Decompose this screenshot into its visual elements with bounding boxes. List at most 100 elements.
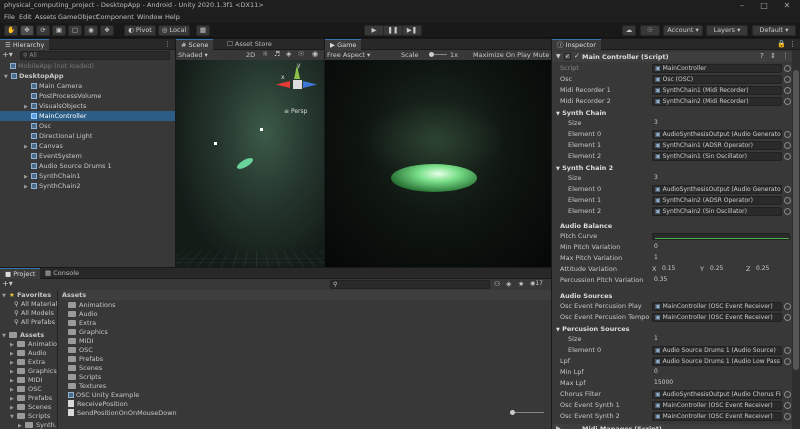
scene-viewport[interactable]: x y ≡ Persp xyxy=(176,60,324,267)
pivot-toggle[interactable]: ◐ Pivot xyxy=(124,25,156,36)
object-picker-icon[interactable] xyxy=(784,314,791,321)
object-picker-icon[interactable] xyxy=(784,186,791,193)
tab-asset-store[interactable]: ☐ Asset Store xyxy=(222,39,277,50)
hierarchy-item-synthchain2[interactable]: ▶ SynthChain2 xyxy=(0,181,175,191)
label-icon[interactable]: ◈ xyxy=(506,280,511,288)
pitch-curve-field[interactable] xyxy=(652,233,790,240)
help-icon[interactable]: ? xyxy=(760,52,764,60)
chorus-field[interactable]: ▣ AudioSynthesisOutput (Audio Chorus Fil xyxy=(652,390,782,399)
hierarchy-item-main-camera[interactable]: Main Camera xyxy=(0,81,175,91)
layout-dropdown[interactable]: Default ▾ xyxy=(752,25,796,36)
element-field[interactable]: ▣ SynthChain1 (ADSR Operator) xyxy=(652,141,782,150)
rect-tool-icon[interactable]: ▢ xyxy=(68,25,82,36)
game-viewport[interactable] xyxy=(325,60,551,267)
osc-synth1-field[interactable]: ▣ MainController (OSC Event Receiver) xyxy=(652,401,782,410)
menu-gameobject[interactable]: GameObject xyxy=(58,13,99,21)
element-field[interactable]: ▣ SynthChain2 (ADSR Operator) xyxy=(652,196,782,205)
scene-gizmo[interactable]: x y xyxy=(276,62,320,105)
project-search-input[interactable]: ⚲ xyxy=(330,280,490,289)
close-icon[interactable]: ✕ xyxy=(776,0,798,12)
object-field[interactable]: ▣ SynthChain1 (Midi Recorder) xyxy=(652,86,782,95)
object-picker-icon[interactable] xyxy=(784,402,791,409)
object-picker-icon[interactable] xyxy=(784,98,791,105)
synth-chain-section[interactable]: ▼ Synth Chain xyxy=(556,109,606,117)
object-picker-icon[interactable] xyxy=(784,208,791,215)
hierarchy-item-audio-source-drums[interactable]: Audio Source Drums 1 xyxy=(0,161,175,171)
pause-button[interactable]: ❚❚ xyxy=(383,25,403,36)
osc-play-field[interactable]: ▣ MainController (OSC Event Receiver) xyxy=(652,302,782,311)
context-menu-icon[interactable]: ⋮ xyxy=(782,52,789,60)
size-field[interactable]: 3 xyxy=(652,174,790,183)
element-field[interactable]: ▣ SynthChain1 (Sin Oscillator) xyxy=(652,152,782,161)
center-cube[interactable] xyxy=(293,80,302,89)
create-icon[interactable]: +▾ xyxy=(2,280,13,288)
tree-folder-synth[interactable]: ▶Synth... xyxy=(18,420,57,429)
object-picker-icon[interactable] xyxy=(784,391,791,398)
hidden-count-badge[interactable]: ◉17 xyxy=(530,280,543,287)
scene-object[interactable] xyxy=(235,155,255,172)
scrollbar-thumb[interactable] xyxy=(793,70,799,370)
hierarchy-item-synthchain1[interactable]: ▶ SynthChain1 xyxy=(0,171,175,181)
element-field[interactable]: ▣ Audio Source Drums 1 (Audio Source) xyxy=(652,346,782,355)
grid-snap-icon[interactable]: ▦ xyxy=(196,25,210,36)
add-icon[interactable]: +▾ xyxy=(2,51,16,60)
tab-hierarchy[interactable]: ☰ Hierarchy xyxy=(0,39,50,50)
audio-icon[interactable]: ♬ xyxy=(274,50,280,58)
element-field[interactable]: ▣ SynthChain2 (Sin Oscillator) xyxy=(652,207,782,216)
component-header[interactable]: ▼ ✓ ✓ Main Controller (Script) ? ⇕ ⋮ xyxy=(552,52,792,62)
light-icon[interactable]: ☼ xyxy=(262,50,268,58)
attitude-z-field[interactable]: 0.25 xyxy=(754,265,790,274)
object-picker-icon[interactable] xyxy=(784,65,791,72)
z-axis-cone[interactable] xyxy=(303,81,317,88)
tab-project[interactable]: ■ Project xyxy=(0,268,41,279)
hierarchy-item-osc[interactable]: Osc xyxy=(0,121,175,131)
hierarchy-item-eventsystem[interactable]: EventSystem xyxy=(0,151,175,161)
scale-slider-handle[interactable] xyxy=(429,52,434,57)
fold-icon[interactable]: ▼ xyxy=(556,53,561,60)
min-lpf-field[interactable]: 0 xyxy=(652,368,790,377)
hierarchy-item-canvas[interactable]: ▶ Canvas xyxy=(0,141,175,151)
fold-icon[interactable]: ▶ xyxy=(556,425,561,429)
more-icon[interactable]: ⋮ xyxy=(789,40,796,48)
expand-icon[interactable]: ▼ xyxy=(2,331,9,341)
object-picker-icon[interactable] xyxy=(784,142,791,149)
hierarchy-item-visualsobjects[interactable]: ▶ VisualsObjects xyxy=(0,101,175,111)
hierarchy-item-desktopapp[interactable]: ▼ DesktopApp xyxy=(0,71,175,81)
transform-tool-icon[interactable]: ◉ xyxy=(84,25,98,36)
object-picker-icon[interactable] xyxy=(784,131,791,138)
preset-icon[interactable]: ⇕ xyxy=(770,52,776,60)
hierarchy-search-input[interactable]: ⚲ All xyxy=(20,51,170,60)
rotate-tool-icon[interactable]: ⟳ xyxy=(36,25,50,36)
file-script-sendposition[interactable]: SendPositionOnOnMouseDown xyxy=(68,408,177,418)
lpf-field[interactable]: ▣ Audio Source Drums 1 (Audio Low Pass xyxy=(652,357,782,366)
more-icon[interactable]: ⋮ xyxy=(164,40,171,48)
effects-icon[interactable]: ◈ xyxy=(286,50,291,58)
object-picker-icon[interactable] xyxy=(784,358,791,365)
camera-icon[interactable]: ◉ xyxy=(312,50,318,58)
star-icon[interactable]: ★ xyxy=(518,280,524,288)
tab-scene[interactable]: # Scene xyxy=(176,39,214,50)
object-picker-icon[interactable] xyxy=(784,303,791,310)
collapse-icon[interactable]: ▶ xyxy=(24,182,31,192)
step-button[interactable]: ▶❚ xyxy=(402,25,422,36)
expand-icon[interactable]: ▼ xyxy=(2,291,9,301)
local-toggle[interactable]: ◎ Local xyxy=(158,25,190,36)
hierarchy-item-postprocess[interactable]: PostProcessVolume xyxy=(0,91,175,101)
percusion-sources-section[interactable]: ▼ Percusion Sources xyxy=(556,325,630,333)
hierarchy-item-maincontroller[interactable]: MainController xyxy=(0,111,175,121)
menu-file[interactable]: File xyxy=(4,13,15,21)
persp-label[interactable]: ≡ Persp xyxy=(284,108,307,115)
percussion-pitch-field[interactable]: 0.35 xyxy=(652,276,790,285)
osc-synth2-field[interactable]: ▣ MainController (OSC Event Receiver) xyxy=(652,412,782,421)
layers-dropdown[interactable]: Layers ▾ xyxy=(706,25,748,36)
favorite-all-prefabs[interactable]: ⚲ All Prefabs xyxy=(14,317,55,327)
cloud-icon[interactable]: ☁ xyxy=(622,25,636,36)
object-picker-icon[interactable] xyxy=(784,197,791,204)
account-dropdown[interactable]: Account ▾ xyxy=(663,25,703,36)
object-picker-icon[interactable] xyxy=(784,153,791,160)
enable-checkbox[interactable]: ✓ xyxy=(564,53,571,60)
tab-console[interactable]: ▦ Console xyxy=(40,268,84,279)
collab-icon[interactable]: ☉ xyxy=(640,25,660,36)
2d-toggle[interactable]: 2D xyxy=(246,51,255,59)
move-tool-icon[interactable]: ✥ xyxy=(20,25,34,36)
